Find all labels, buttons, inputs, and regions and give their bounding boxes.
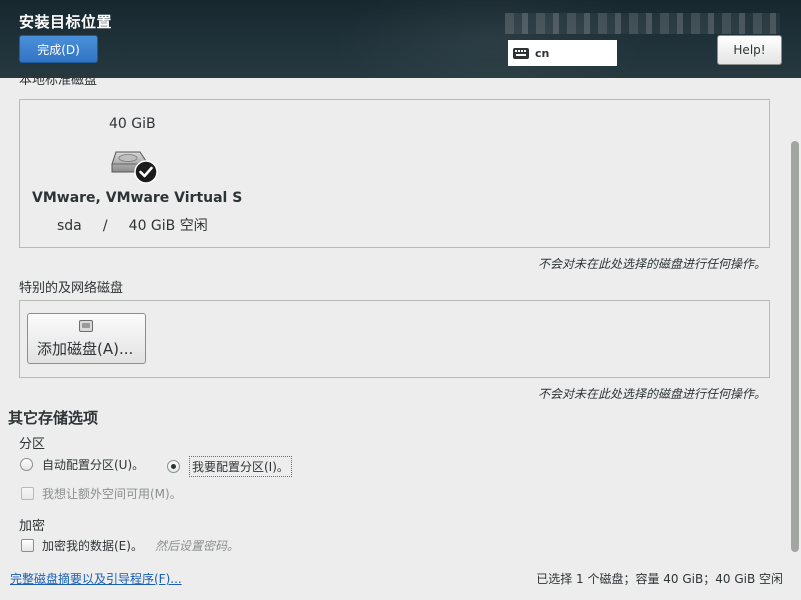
disk-capacity: 40 GiB: [109, 116, 156, 132]
local-disks-note: 不会对未在此处选择的磁盘进行任何操作。: [537, 257, 766, 271]
disk-device: sda: [57, 218, 82, 234]
add-disk-label: 添加磁盘(A)...: [37, 340, 134, 358]
pixelated-product-banner: [505, 13, 780, 34]
auto-partition-radio[interactable]: 自动配置分区(U)。: [20, 456, 144, 473]
disk-name: VMware, VMware Virtual S: [32, 190, 243, 206]
manual-partition-label: 我要配置分区(I)。: [189, 456, 292, 477]
radio-button-selected[interactable]: [167, 460, 180, 473]
header-bar: 安装目标位置 完成(D) cn Help!: [0, 0, 801, 78]
manual-partition-radio[interactable]: 我要配置分区(I)。: [167, 456, 292, 477]
encrypt-data-checkbox[interactable]: 加密我的数据(E)。 然后设置密码。: [21, 537, 239, 554]
keyboard-layout-label: cn: [535, 46, 550, 60]
extra-space-checkbox[interactable]: 我想让额外空间可用(M)。: [21, 485, 182, 502]
auto-partition-label: 自动配置分区(U)。: [42, 458, 145, 472]
disk-free-space: 40 GiB 空闲: [128, 218, 208, 234]
special-disks-panel: 添加磁盘(A)...: [19, 300, 770, 378]
other-storage-options-title: 其它存储选项: [8, 409, 99, 427]
special-disks-note: 不会对未在此处选择的磁盘进行任何操作。: [537, 387, 766, 401]
local-disks-panel: 40 GiB VMware, VMware Virtual S sda / 40…: [19, 99, 770, 248]
disk-separator: /: [102, 218, 108, 234]
keyboard-icon: [513, 47, 529, 59]
done-button[interactable]: 完成(D): [19, 35, 98, 63]
disk-info: sda / 40 GiB 空闲: [57, 215, 208, 235]
help-button[interactable]: Help!: [717, 35, 782, 65]
special-disks-label: 特别的及网络磁盘: [19, 281, 124, 296]
extra-space-label: 我想让额外空间可用(M)。: [42, 487, 182, 501]
hard-disk-checked-icon: [111, 151, 158, 184]
local-disks-label: 本地标准磁盘: [19, 73, 98, 88]
page-title: 安装目标位置: [19, 13, 113, 31]
scrollbar-thumb[interactable]: [791, 141, 799, 552]
radio-button[interactable]: [20, 458, 33, 471]
add-disk-button[interactable]: 添加磁盘(A)...: [27, 313, 146, 364]
encrypt-data-label: 加密我的数据(E)。: [42, 539, 143, 553]
full-disk-summary-link[interactable]: 完整磁盘摘要以及引导程序(F)...: [10, 570, 182, 587]
keyboard-layout-indicator[interactable]: cn: [508, 40, 617, 66]
encryption-label: 加密: [19, 519, 46, 534]
selection-summary: 已选择 1 个磁盘；容量 40 GiB；40 GiB 空闲: [536, 572, 783, 586]
checkbox[interactable]: [21, 539, 34, 552]
add-disk-icon: [79, 320, 93, 332]
disk-tile-sda[interactable]: 40 GiB VMware, VMware Virtual S sda / 40…: [20, 100, 260, 247]
partitioning-label: 分区: [19, 437, 46, 452]
checkbox[interactable]: [21, 487, 34, 500]
encryption-hint: 然后设置密码。: [154, 539, 239, 553]
